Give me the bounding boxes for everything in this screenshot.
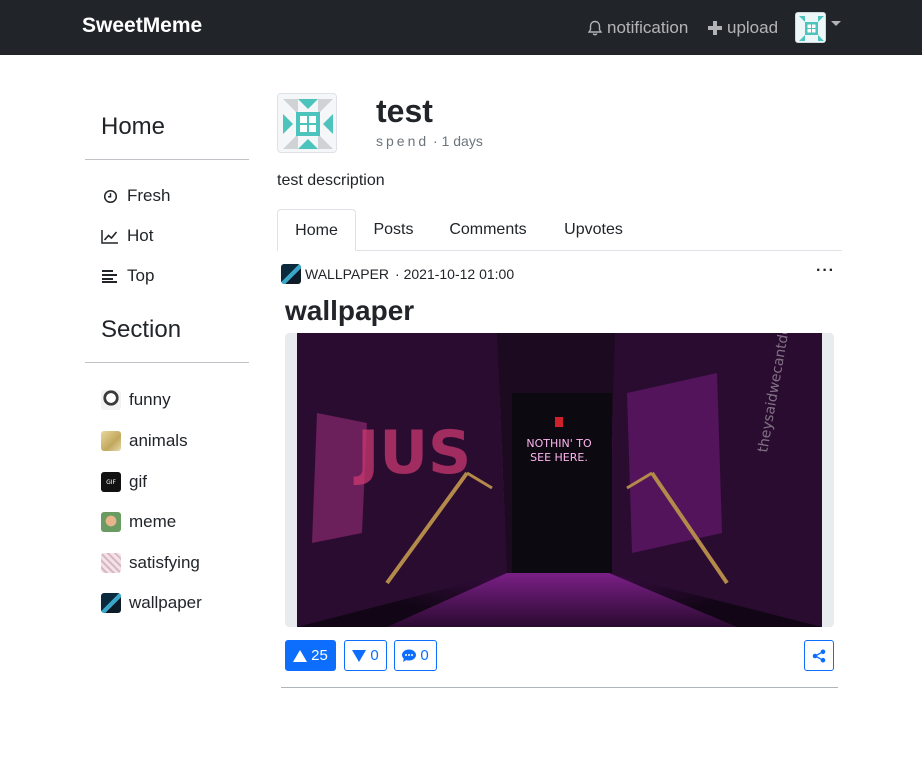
section-item-label: funny: [129, 390, 171, 409]
profile-identicon: [278, 94, 336, 152]
post-header: WALLPAPER · 2021-10-12 01:00: [281, 264, 514, 284]
user-avatar-menu[interactable]: [795, 12, 826, 43]
sidebar-divider: [85, 362, 249, 363]
clock-icon: [101, 187, 119, 205]
triangle-down-icon: [352, 649, 367, 662]
satisfying-thumbnail: [101, 553, 121, 573]
downvote-count: 0: [370, 647, 379, 664]
svg-text:SEE HERE.: SEE HERE.: [530, 451, 588, 464]
section-item-meme[interactable]: meme: [101, 512, 176, 532]
notification-label: notification: [607, 18, 689, 37]
sidebar-home-heading: Home: [101, 113, 166, 140]
neon-sign-text: NOTHIN' TO: [526, 437, 592, 450]
section-item-label: meme: [129, 512, 177, 531]
tab-upvotes[interactable]: Upvotes: [553, 209, 634, 251]
list-icon: [101, 267, 119, 285]
upload-label: upload: [727, 18, 779, 37]
post-section-link[interactable]: WALLPAPER: [305, 266, 389, 282]
avatar-identicon: [796, 13, 825, 42]
svg-text:JUS: JUS: [353, 418, 471, 488]
upvote-count: 25: [311, 647, 328, 664]
sidebar-item-fresh[interactable]: Fresh: [101, 186, 170, 206]
comment-button[interactable]: 0: [394, 640, 437, 671]
section-item-label: animals: [129, 431, 188, 450]
profile-meta-spend: spend: [376, 133, 430, 149]
post-divider: [281, 687, 838, 688]
plus-icon: [708, 21, 722, 35]
meme-thumbnail: [101, 512, 121, 532]
tab-home[interactable]: Home: [277, 209, 356, 251]
chat-icon: [402, 649, 417, 662]
profile-avatar: [277, 93, 337, 153]
downvote-button[interactable]: 0: [344, 640, 387, 671]
tab-comments[interactable]: Comments: [437, 209, 539, 251]
section-item-label: wallpaper: [129, 593, 202, 612]
sidebar-item-top[interactable]: Top: [101, 266, 154, 286]
sidebar-item-hot[interactable]: Hot: [101, 226, 153, 246]
section-item-funny[interactable]: funny: [101, 390, 171, 410]
profile-name: test: [376, 93, 433, 129]
section-item-animals[interactable]: animals: [101, 431, 188, 451]
profile-meta: spend · 1 days: [376, 133, 483, 149]
triangle-up-icon: [293, 649, 308, 662]
upload-link[interactable]: upload: [707, 18, 778, 38]
share-icon: [812, 649, 826, 662]
section-item-satisfying[interactable]: satisfying: [101, 553, 200, 573]
top-navbar: SweetMeme notification upload: [0, 0, 922, 55]
sidebar-item-label: Top: [127, 266, 155, 285]
post-more-menu[interactable]: ···: [816, 262, 835, 280]
sidebar-section-heading: Section: [101, 316, 182, 343]
chevron-down-icon[interactable]: [831, 21, 841, 26]
profile-tabs: Home Posts Comments Upvotes: [277, 209, 842, 251]
upvote-button[interactable]: 25: [285, 640, 336, 671]
trending-icon: [101, 227, 119, 245]
wallpaper-thumbnail: [101, 593, 121, 613]
bell-icon: [587, 20, 603, 35]
comment-count: 0: [420, 647, 429, 664]
section-item-gif[interactable]: GIF gif: [101, 472, 147, 492]
profile-meta-days: · 1 days: [433, 133, 483, 149]
profile-description: test description: [277, 172, 385, 189]
brand-logo[interactable]: SweetMeme: [82, 14, 202, 38]
wallpaper-section-icon: [281, 264, 301, 284]
post-title[interactable]: wallpaper: [285, 295, 414, 327]
section-item-label: gif: [129, 472, 147, 491]
post-timestamp: · 2021-10-12 01:00: [395, 266, 515, 282]
post-image[interactable]: NOTHIN' TO SEE HERE. JUS theysaidwecantd…: [297, 333, 822, 627]
tab-posts[interactable]: Posts: [363, 209, 424, 251]
notification-link[interactable]: notification: [587, 18, 688, 38]
section-item-wallpaper[interactable]: wallpaper: [101, 593, 202, 613]
sidebar-item-label: Hot: [127, 226, 154, 245]
animals-thumbnail: [101, 431, 121, 451]
sidebar-item-label: Fresh: [127, 186, 171, 205]
funny-thumbnail: [101, 390, 121, 410]
share-button[interactable]: [804, 640, 834, 671]
sidebar-divider: [85, 159, 249, 160]
gif-thumbnail: GIF: [101, 472, 121, 492]
section-item-label: satisfying: [129, 553, 200, 572]
